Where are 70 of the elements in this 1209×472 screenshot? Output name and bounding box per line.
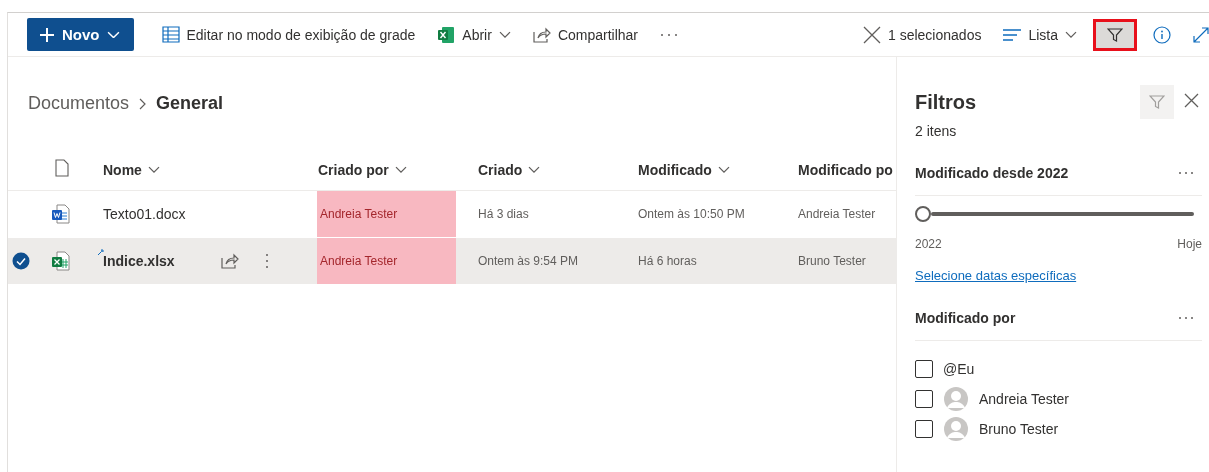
table-cell-text: Há 3 dias (477, 206, 530, 223)
breadcrumb-item[interactable]: General (156, 93, 224, 114)
chevron-down-icon (1065, 30, 1077, 39)
close-icon (1184, 93, 1199, 108)
more-vertical-icon (265, 253, 269, 269)
expand-icon (1193, 26, 1209, 43)
option-label: @Eu (943, 361, 975, 377)
table-cell-text: Ontem às 9:54 PM (477, 253, 580, 270)
plus-icon (39, 26, 55, 43)
checkbox[interactable] (915, 390, 933, 408)
checkbox[interactable] (915, 420, 933, 438)
new-button[interactable]: Novo (27, 18, 134, 51)
more-icon[interactable] (1178, 316, 1194, 320)
section-title: Modificado por (915, 310, 1016, 326)
clear-filter-icon (1149, 94, 1165, 110)
slider-min-label: 2022 (915, 237, 942, 251)
table-cell-text: Ontem às 10:50 PM (637, 206, 746, 223)
table-cell-text: Bruno Tester (797, 253, 867, 270)
slider-max-label: Hoje (1177, 237, 1202, 251)
chevron-right-icon (139, 97, 147, 110)
grid-icon (161, 26, 180, 43)
option-label: Bruno Tester (979, 421, 1059, 437)
check-circle-icon (12, 252, 30, 270)
section-title: Modificado desde 2022 (915, 165, 1069, 181)
open-button[interactable]: Abrir (431, 18, 517, 51)
share-icon (221, 253, 239, 269)
column-header[interactable]: Criado (471, 161, 631, 178)
chevron-down-icon (717, 165, 730, 174)
table-row[interactable]: Indice.xlsx Andreia Tester Ontem às 9:54 PM Há 6 horas Bruno Tester (8, 238, 896, 285)
document-icon (51, 204, 71, 224)
slider-thumb[interactable] (915, 206, 931, 222)
specific-dates-link[interactable]: Selecione datas específicas (915, 268, 1077, 283)
spreadsheet-icon (51, 251, 71, 271)
view-button[interactable]: Lista (997, 18, 1083, 51)
more-icon (660, 32, 679, 37)
chevron-down-icon (106, 30, 120, 39)
table-cell-text: Andreia Tester (797, 206, 877, 223)
info-icon (1153, 25, 1171, 44)
file-name[interactable]: Indice.xlsx (103, 253, 221, 269)
column-header[interactable]: Criado por (311, 161, 471, 178)
file-name[interactable]: Texto01.docx (103, 206, 221, 222)
edit-grid-button[interactable]: Editar no modo de exibição de grade (155, 18, 422, 51)
breadcrumb-item[interactable]: Documentos (28, 93, 130, 114)
panel-title: Filtros (915, 90, 978, 114)
table-cell-text: Há 6 horas (637, 253, 698, 270)
checkbox[interactable] (915, 360, 933, 378)
item-count: 2 itens (915, 123, 958, 139)
share-icon (532, 26, 551, 43)
chevron-down-icon (498, 30, 511, 39)
chevron-down-icon (528, 165, 541, 174)
more-icon[interactable] (1178, 171, 1194, 175)
column-header[interactable]: Nome (96, 161, 311, 178)
table-cell: Andreia Tester (317, 191, 456, 237)
table-cell: Andreia Tester (317, 238, 456, 284)
spreadsheet-icon (437, 25, 456, 44)
filter-button[interactable] (1093, 18, 1137, 51)
avatar-icon (943, 387, 969, 411)
close-icon (863, 25, 881, 44)
clear-selection-button[interactable]: 1 selecionados (857, 18, 988, 51)
column-header[interactable]: Modificado (631, 161, 791, 178)
column-header[interactable]: Modificado po (791, 161, 896, 178)
chevron-down-icon (394, 165, 407, 174)
new-indicator-icon (97, 248, 105, 256)
share-button[interactable]: Compartilhar (526, 18, 645, 51)
avatar-icon (943, 417, 969, 441)
filter-icon (1107, 26, 1123, 43)
file-icon (55, 158, 69, 177)
chevron-down-icon (147, 165, 160, 174)
option-label: Andreia Tester (979, 391, 1069, 407)
list-icon (1003, 28, 1022, 41)
